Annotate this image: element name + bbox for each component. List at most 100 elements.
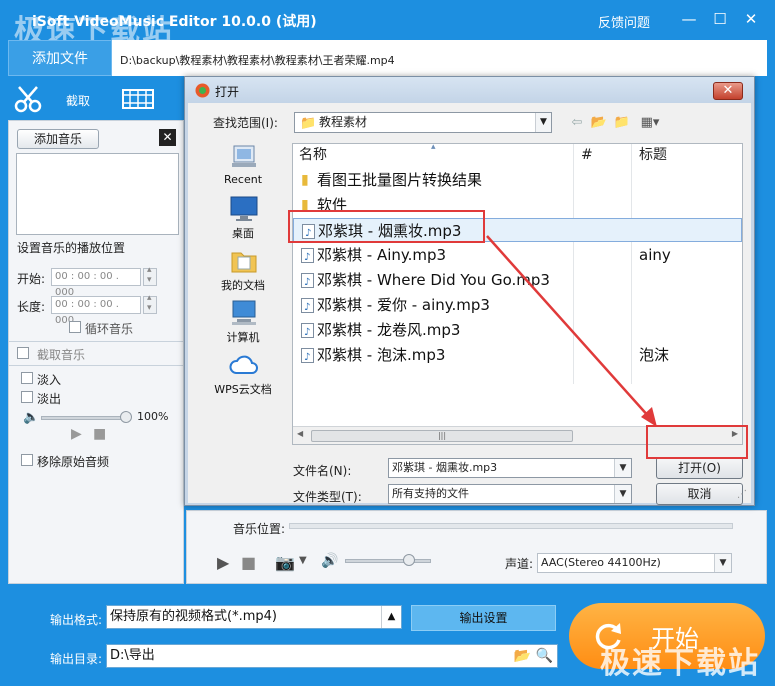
- scroll-left-icon[interactable]: ◀: [297, 429, 303, 438]
- output-dir-input[interactable]: D:\导出 📂 🔍: [106, 644, 558, 668]
- chevron-down-icon[interactable]: ▼: [299, 555, 307, 566]
- view-menu-icon[interactable]: ▦▾: [636, 115, 664, 131]
- column-header-number[interactable]: #: [581, 144, 593, 166]
- scissors-icon[interactable]: [10, 82, 46, 116]
- list-item[interactable]: ♪ 邓紫棋 - Where Did You Go.mp3: [293, 268, 742, 292]
- filename-input[interactable]: 邓紫琪 - 烟熏妆.mp3 ▼: [388, 458, 632, 478]
- column-header-title[interactable]: 标题: [639, 144, 667, 166]
- dialog-close-button[interactable]: ✕: [713, 82, 743, 100]
- remove-original-checkbox[interactable]: [21, 454, 33, 466]
- play-icon[interactable]: ▶: [71, 426, 82, 442]
- back-arrow-icon[interactable]: ⇦: [568, 115, 586, 131]
- desktop-icon: [230, 196, 258, 221]
- folder-icon: ▮: [301, 172, 309, 188]
- folder-icon: 📁: [300, 116, 317, 131]
- place-recent[interactable]: Recent: [212, 143, 274, 195]
- filetype-label: 文件类型(T):: [293, 490, 362, 504]
- svg-text:♪: ♪: [304, 277, 310, 288]
- divider: [9, 341, 183, 342]
- highlight-box-selected-file: [288, 210, 485, 243]
- place-computer[interactable]: 计算机: [212, 299, 274, 351]
- list-item[interactable]: ♪ 邓紫棋 - 泡沫.mp3 泡沫: [293, 343, 742, 367]
- scrollbar-thumb[interactable]: |||: [311, 430, 573, 442]
- chevron-down-icon[interactable]: ▼: [614, 485, 631, 503]
- feedback-link[interactable]: 反馈问题: [598, 12, 650, 31]
- play-icon[interactable]: ▶: [217, 553, 229, 572]
- stop-icon[interactable]: ■: [93, 426, 106, 442]
- minimize-button[interactable]: —: [680, 10, 698, 28]
- length-time-spinner[interactable]: [143, 293, 157, 314]
- preview-volume-track[interactable]: [345, 559, 431, 563]
- list-item[interactable]: ♪ 邓紫棋 - 龙卷风.mp3: [293, 318, 742, 342]
- volume-percent: 100%: [137, 410, 169, 423]
- channel-value: AAC(Stereo 44100Hz): [541, 556, 661, 569]
- start-time-input[interactable]: 00 : 00 : 00 . 000: [51, 268, 141, 298]
- watermark-bottom: 极速下载站: [600, 646, 760, 681]
- start-time-spinner[interactable]: [143, 265, 157, 286]
- add-file-tab[interactable]: 添加文件: [8, 40, 112, 76]
- file-list[interactable]: 名称 ▴ # 标题 ▮ 看图王批量图片转换结果 ▮ 软件 ♪ 邓紫琪 - 烟熏妆…: [292, 142, 743, 445]
- audio-file-icon: ♪: [301, 273, 314, 288]
- film-strip-icon[interactable]: [120, 82, 156, 116]
- recent-icon: [232, 145, 256, 167]
- place-wps-cloud[interactable]: WPS云文档: [212, 351, 274, 403]
- loop-music-checkbox[interactable]: [69, 321, 81, 333]
- volume-slider-handle[interactable]: [120, 411, 132, 423]
- place-label: 桌面: [232, 227, 254, 240]
- chevron-down-icon[interactable]: ▼: [535, 113, 551, 132]
- open-button[interactable]: 打开(O): [656, 457, 743, 479]
- chevron-down-icon[interactable]: ▼: [714, 554, 731, 572]
- place-documents[interactable]: 我的文档: [212, 247, 274, 299]
- camera-icon[interactable]: 📷: [275, 553, 295, 572]
- output-settings-button[interactable]: 输出设置: [411, 605, 556, 631]
- output-format-label: 输出格式:: [50, 613, 103, 627]
- svg-text:♪: ♪: [304, 252, 310, 263]
- fade-in-checkbox[interactable]: [21, 372, 33, 384]
- output-format-select[interactable]: 保持原有的视频格式(*.mp4) ▲: [106, 605, 402, 629]
- preview-volume-handle[interactable]: [403, 554, 415, 566]
- crop-music-checkbox[interactable]: [17, 347, 29, 359]
- place-desktop[interactable]: 桌面: [212, 195, 274, 247]
- music-list[interactable]: [16, 153, 179, 235]
- music-position-track[interactable]: [289, 523, 733, 529]
- current-file-path: D:\backup\教程素材\教程素材\教程素材\王者荣耀.mp4: [120, 54, 395, 67]
- look-in-select[interactable]: 📁 教程素材 ▼: [294, 112, 552, 133]
- output-format-value: 保持原有的视频格式(*.mp4): [110, 609, 277, 624]
- cancel-button[interactable]: 取消: [656, 483, 743, 505]
- fade-out-checkbox[interactable]: [21, 391, 33, 403]
- output-dir-value: D:\导出: [110, 648, 155, 663]
- crop-tab-label[interactable]: 截取: [66, 92, 90, 109]
- filetype-select[interactable]: 所有支持的文件 ▼: [388, 484, 632, 504]
- length-label: 长度:: [17, 300, 46, 314]
- close-button[interactable]: ✕: [742, 10, 760, 28]
- up-folder-icon[interactable]: 📂: [590, 115, 608, 131]
- remove-music-icon[interactable]: ✕: [159, 129, 176, 146]
- list-item[interactable]: ♪ 邓紫棋 - 爱你 - ainy.mp3: [293, 293, 742, 317]
- crop-music-label: 截取音乐: [37, 348, 86, 362]
- place-label: 计算机: [226, 331, 260, 344]
- channel-label: 声道:: [505, 557, 534, 571]
- chevron-up-icon[interactable]: ▲: [381, 606, 401, 628]
- list-item[interactable]: ▮ 看图王批量图片转换结果: [293, 168, 742, 192]
- highlight-box-open-button: [646, 425, 748, 459]
- channel-select[interactable]: AAC(Stereo 44100Hz) ▼: [537, 553, 732, 573]
- list-item[interactable]: ♪ 邓紫棋 - Ainy.mp3 ainy: [293, 243, 742, 267]
- start-label: 开始:: [17, 272, 46, 286]
- resize-grip-icon[interactable]: ⋰: [737, 489, 747, 500]
- filetype-value: 所有支持的文件: [392, 487, 469, 500]
- stop-icon[interactable]: ■: [241, 553, 256, 572]
- folder-icon[interactable]: 📂: [514, 645, 531, 667]
- music-panel: 添加音乐 ✕ 设置音乐的播放位置 开始: 00 : 00 : 00 . 000 …: [8, 120, 184, 584]
- fade-out-label: 淡出: [37, 392, 62, 406]
- speaker-icon: 🔈: [23, 410, 40, 425]
- length-time-input[interactable]: 00 : 00 : 00 . 000: [51, 296, 141, 326]
- maximize-button[interactable]: ☐: [711, 10, 729, 28]
- add-music-button[interactable]: 添加音乐: [17, 129, 99, 149]
- volume-slider-track[interactable]: [41, 416, 127, 420]
- dialog-title-bar[interactable]: 打开 ✕: [185, 77, 754, 103]
- place-label: Recent: [223, 173, 263, 186]
- chevron-down-icon[interactable]: ▼: [614, 459, 631, 477]
- new-folder-icon[interactable]: 📁: [613, 115, 631, 131]
- column-header-name[interactable]: 名称: [299, 144, 327, 166]
- search-icon[interactable]: 🔍: [536, 645, 553, 667]
